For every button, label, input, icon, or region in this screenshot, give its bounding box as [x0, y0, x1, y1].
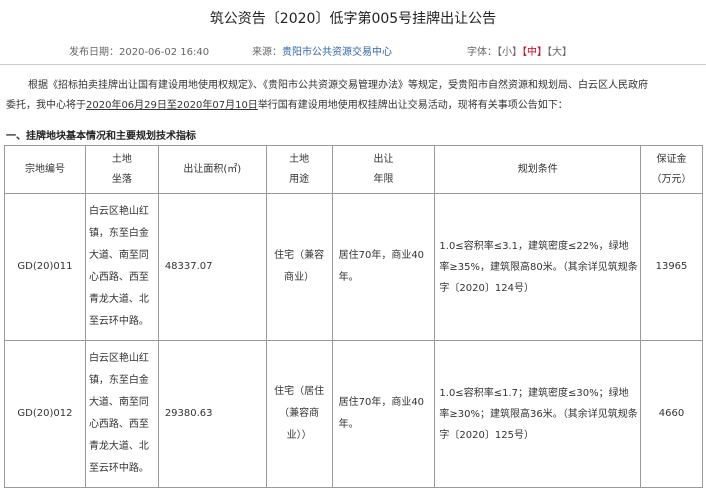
- cell-deposit: 4660: [640, 340, 703, 488]
- date-end: 2020年07月10日: [176, 100, 258, 111]
- cell-deposit: 13965: [640, 193, 703, 341]
- article-meta: 发布日期：2020-06-02 16:40 来源：贵阳市公共资源交易中心 字体：…: [0, 43, 706, 58]
- cell-parcel-no: GD(20)012: [4, 340, 86, 488]
- header-usage: 土地 用途: [265, 145, 333, 194]
- header-location-line1: 土地: [111, 153, 132, 165]
- header-location: 土地 坐落: [84, 145, 159, 194]
- table-row: GD(20)011 白云区艳山红镇，东至白金大道、南至同心西路、西至青龙大道、北…: [4, 193, 703, 341]
- header-area: 出让面积(㎡): [157, 145, 267, 194]
- cell-location: 白云区艳山红镇，东至白金大道、南至同心西路、西至青龙大道、北至云环中路。: [84, 340, 159, 488]
- cell-term: 居住70年，商业40年。: [331, 193, 436, 341]
- font-size-label: 字体：: [467, 47, 497, 58]
- cell-term: 居住70年，商业40年。: [331, 340, 436, 488]
- table-row: GD(20)012 白云区艳山红镇，东至白金大道、南至同心西路、西至青龙大道、北…: [4, 340, 703, 488]
- header-term-line1: 出让: [373, 153, 394, 165]
- intro-prefix: 委托，我中心将于: [6, 100, 86, 111]
- intro-line-2: 委托，我中心将于2020年06月29日至2020年07月10日举行国有建设用地使…: [6, 96, 702, 116]
- section-heading: 一、挂牌地块基本情况和主要规划技术指标: [6, 131, 196, 142]
- meta-divider: [0, 64, 706, 65]
- page-title: 筑公资告〔2020〕低字第005号挂牌出让公告: [209, 11, 497, 27]
- header-deposit: 保证金 （万元）: [640, 145, 703, 194]
- header-deposit-line1: 保证金: [656, 153, 687, 165]
- table-header-row: 宗地编号 土地坐落 出让面积(㎡) 土地用途 出让年限 规划条件 保证金 （万元）: [4, 145, 703, 194]
- cell-usage: 住宅（居住（兼容商业））: [265, 340, 333, 488]
- cell-usage: 住宅（兼容商业）: [265, 193, 333, 341]
- cell-conditions: 1.0≤容积率≤3.1，建筑密度≤22%，绿地率≥35%，建筑限高80米。（其余…: [434, 193, 642, 341]
- font-large-button[interactable]: 【大】: [547, 47, 572, 58]
- cell-area: 48337.07: [157, 193, 267, 341]
- cell-area: 29380.63: [157, 340, 267, 488]
- header-usage-line2: 用途: [289, 173, 310, 185]
- intro-line-1: 根据《招标拍卖挂牌出让国有建设用地使用权规定》、《贵阳市公共资源交易管理办法》等…: [28, 80, 648, 91]
- date-mid: 至: [166, 100, 177, 111]
- font-small-button[interactable]: 【小】: [497, 47, 522, 58]
- cell-conditions: 1.0≤容积率≤1.7；建筑密度≤30%；绿地率≥30%；建筑限高36米。（其余…: [434, 340, 642, 488]
- font-size-switcher: 字体：【小】【中】【大】: [467, 43, 572, 58]
- header-parcel-no: 宗地编号: [4, 145, 86, 194]
- font-medium-button[interactable]: 【中】: [522, 47, 547, 58]
- publish-date: 发布日期：2020-06-02 16:40: [69, 47, 210, 58]
- cell-location: 白云区艳山红镇，东至白金大道、南至同心西路、西至青龙大道、北至云环中路。: [84, 193, 159, 341]
- source: 来源：贵阳市公共资源交易中心: [252, 43, 392, 58]
- header-term: 出让 年限: [331, 145, 436, 194]
- source-label: 来源：: [252, 47, 282, 58]
- header-location-line2: 坐落: [111, 173, 132, 185]
- cell-parcel-no: GD(20)011: [4, 193, 86, 341]
- source-value: 贵阳市公共资源交易中心: [282, 47, 392, 58]
- parcel-table: 宗地编号 土地坐落 出让面积(㎡) 土地用途 出让年限 规划条件 保证金 （万元）…: [4, 145, 703, 488]
- intro-paragraph: 根据《招标拍卖挂牌出让国有建设用地使用权规定》、《贵阳市公共资源交易管理办法》等…: [6, 76, 702, 116]
- header-term-line2: 年限: [373, 173, 394, 185]
- header-deposit-line2: （万元）: [651, 173, 692, 185]
- intro-suffix: 举行国有建设用地使用权挂牌出让交易活动，现将有关事项公告如下：: [257, 100, 568, 111]
- header-usage-line1: 土地: [289, 153, 310, 165]
- date-start: 2020年06月29日: [86, 100, 167, 111]
- header-conditions: 规划条件: [434, 145, 642, 194]
